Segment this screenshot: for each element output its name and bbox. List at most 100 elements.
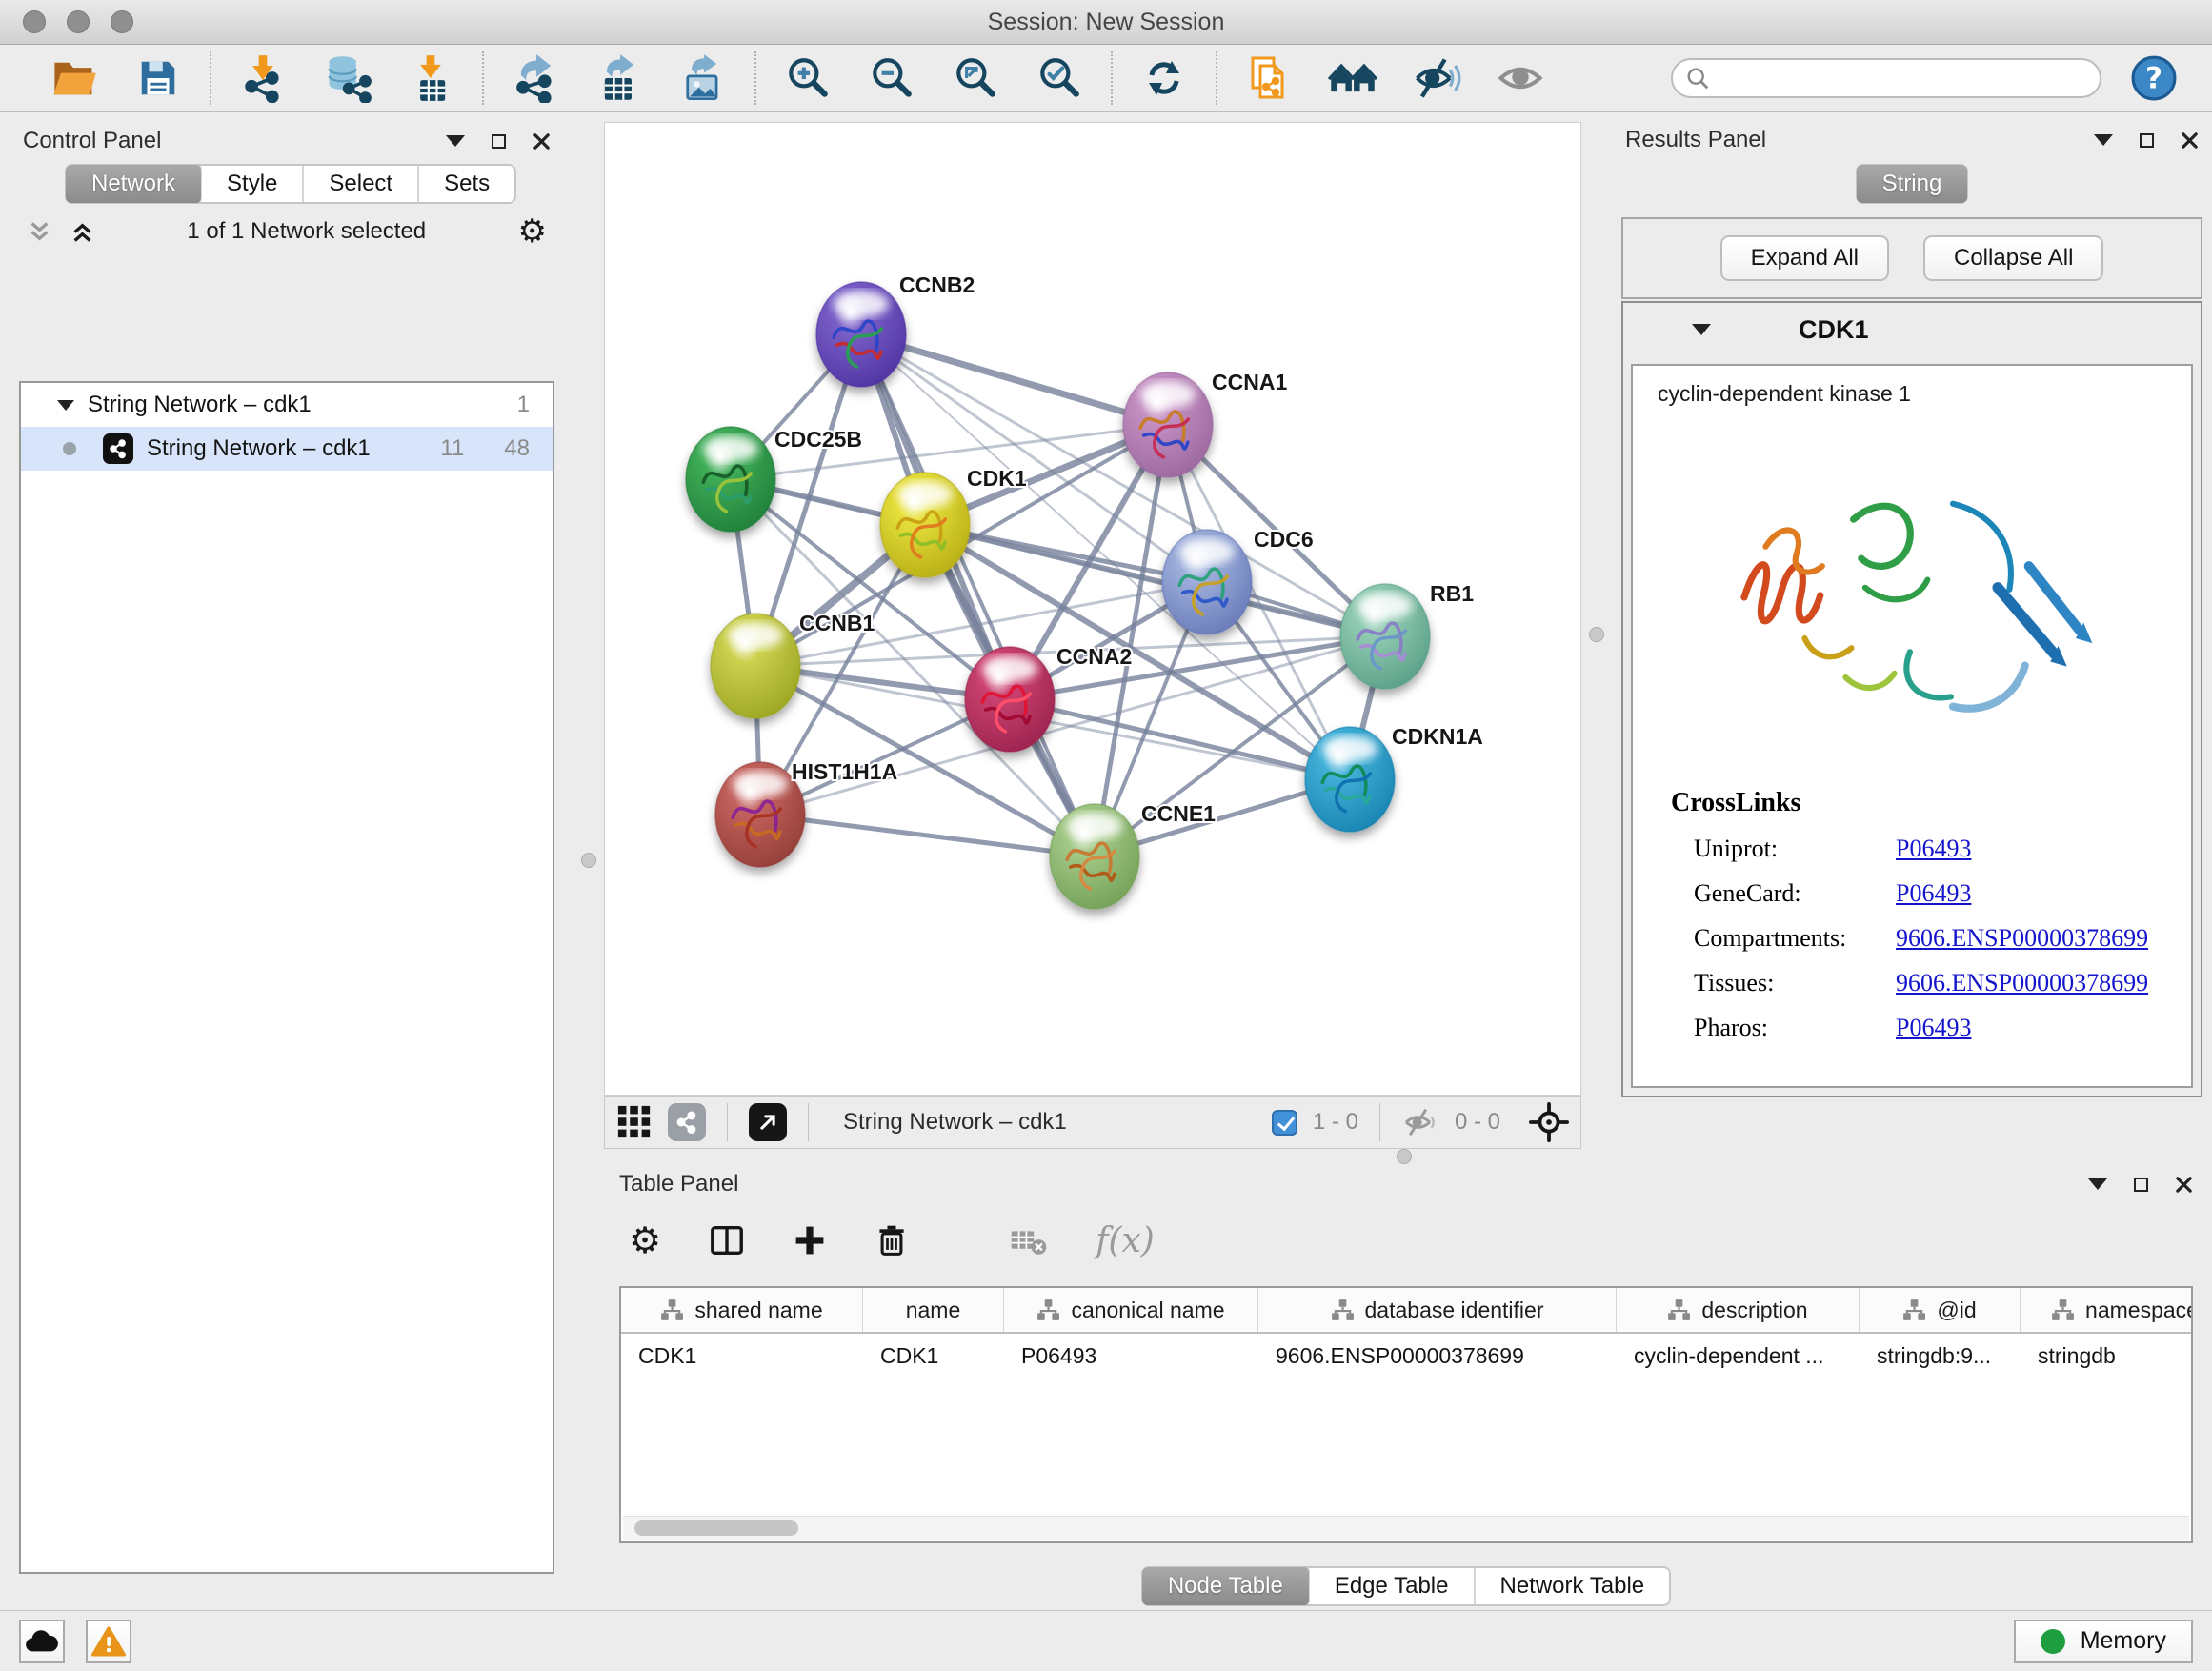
column-header-name[interactable]: name — [863, 1288, 1004, 1332]
network-edge-CDK1-RB1[interactable] — [925, 525, 1385, 636]
tab-network-table[interactable]: Network Table — [1476, 1568, 1670, 1604]
tab-style[interactable]: Style — [202, 166, 304, 202]
column-header-id[interactable]: @id — [1860, 1288, 2021, 1332]
close-window-button[interactable] — [23, 10, 46, 33]
tab-sets[interactable]: Sets — [419, 166, 514, 202]
right-splitter-handle[interactable] — [1589, 627, 1604, 642]
main-toolbar: ? — [0, 45, 2212, 112]
copy-network-button[interactable] — [1242, 51, 1296, 105]
network-row-selected[interactable]: String Network – cdk1 11 48 — [21, 427, 553, 471]
cell-description[interactable]: cyclin-dependent ... — [1617, 1334, 1860, 1378]
select-columns-icon[interactable] — [709, 1222, 745, 1258]
column-header-description[interactable]: description — [1617, 1288, 1860, 1332]
tab-edge-table[interactable]: Edge Table — [1310, 1568, 1476, 1604]
memory-label: Memory — [2081, 1627, 2166, 1655]
panel-menu-icon[interactable] — [2094, 134, 2113, 146]
memory-button[interactable]: Memory — [2014, 1620, 2193, 1663]
left-splitter-handle[interactable] — [581, 853, 596, 868]
protein-section-header[interactable]: CDK1 — [1623, 303, 2201, 356]
toolbar-separator — [1379, 1103, 1380, 1141]
export-image-button[interactable] — [676, 51, 730, 105]
cell-id[interactable]: stringdb:9... — [1860, 1334, 2021, 1378]
expand-all-icon[interactable] — [70, 219, 95, 245]
save-session-button[interactable] — [131, 51, 185, 105]
hide-selected-button[interactable] — [1410, 51, 1463, 105]
cell-namespace[interactable]: stringdb — [2021, 1334, 2193, 1378]
tab-string[interactable]: String — [1857, 165, 1968, 203]
help-button[interactable]: ? — [2130, 54, 2178, 102]
import-network-from-database-button[interactable] — [320, 51, 373, 105]
zoom-selected-button[interactable] — [1033, 51, 1086, 105]
tree-expander-icon[interactable] — [57, 400, 74, 411]
cell-database-identifier[interactable]: 9606.ENSP00000378699 — [1258, 1334, 1617, 1378]
network-edge-HIST1H1A-CCNE1[interactable] — [760, 815, 1095, 856]
collapse-all-button[interactable]: Collapse All — [1923, 235, 2103, 281]
crosslink-link[interactable]: P06493 — [1896, 835, 1971, 863]
crosslink-link[interactable]: 9606.ENSP00000378699 — [1896, 969, 2148, 997]
cell-shared-name[interactable]: CDK1 — [621, 1334, 863, 1378]
column-header-namespace[interactable]: namespace — [2021, 1288, 2193, 1332]
zoom-out-button[interactable] — [865, 51, 918, 105]
column-type-icon — [2051, 1299, 2074, 1321]
bottom-splitter-handle[interactable] — [1397, 1149, 1412, 1164]
crosslink-link[interactable]: 9606.ENSP00000378699 — [1896, 924, 2148, 953]
close-panel-icon[interactable] — [533, 132, 551, 151]
crosslink-link[interactable]: P06493 — [1896, 1014, 1971, 1042]
cloud-status-button[interactable] — [19, 1620, 65, 1663]
cell-canonical-name[interactable]: P06493 — [1004, 1334, 1258, 1378]
network-graph: CCNB2CCNA1CDC25BCDK1CDC6RB1CCNB1CCNA2CDK… — [605, 123, 1580, 1095]
export-table-button[interactable] — [593, 51, 646, 105]
warnings-button[interactable] — [86, 1620, 131, 1663]
export-network-button[interactable] — [509, 51, 562, 105]
grid-view-icon[interactable] — [616, 1104, 653, 1140]
float-panel-icon[interactable] — [492, 134, 506, 149]
database-import-icon — [322, 53, 372, 103]
network-collection-row[interactable]: String Network – cdk1 1 — [21, 383, 553, 427]
minimize-window-button[interactable] — [67, 10, 90, 33]
expand-all-button[interactable]: Expand All — [1720, 235, 1889, 281]
column-header-canonical-name[interactable]: canonical name — [1004, 1288, 1258, 1332]
section-expander-icon[interactable] — [1692, 324, 1711, 335]
panel-menu-icon[interactable] — [446, 135, 465, 147]
crosslink-label: Pharos: — [1694, 1014, 1896, 1042]
close-panel-icon[interactable] — [2181, 131, 2199, 150]
tab-select[interactable]: Select — [304, 166, 419, 202]
table-gear-icon[interactable]: ⚙ — [629, 1222, 661, 1258]
horizontal-scrollbar[interactable] — [623, 1516, 2189, 1540]
close-panel-icon[interactable] — [2175, 1176, 2193, 1194]
refresh-layout-button[interactable] — [1137, 51, 1191, 105]
float-panel-icon[interactable] — [2140, 133, 2154, 148]
network-edge-CCNB2-CCNA1[interactable] — [861, 334, 1168, 425]
search-input[interactable] — [1671, 58, 2101, 98]
delete-column-icon[interactable] — [875, 1223, 909, 1258]
network-canvas[interactable]: CCNB2CCNA1CDC25BCDK1CDC6RB1CCNB1CCNA2CDK… — [604, 122, 1581, 1096]
detach-view-button[interactable] — [749, 1103, 787, 1141]
cell-name[interactable]: CDK1 — [863, 1334, 1004, 1378]
import-table-button[interactable] — [404, 51, 457, 105]
export-table-icon — [594, 53, 644, 103]
import-network-button[interactable] — [236, 51, 290, 105]
network-view-icon[interactable] — [668, 1103, 706, 1141]
zoom-fit-button[interactable] — [949, 51, 1002, 105]
selected-checkbox-icon[interactable] — [1272, 1110, 1297, 1136]
show-hidden-button[interactable] — [1494, 51, 1547, 105]
gear-icon[interactable]: ⚙ — [518, 215, 547, 248]
maximize-window-button[interactable] — [111, 10, 133, 33]
first-neighbors-button[interactable] — [1326, 51, 1379, 105]
open-session-button[interactable] — [48, 51, 101, 105]
tab-node-table[interactable]: Node Table — [1142, 1567, 1311, 1605]
float-panel-icon[interactable] — [2134, 1178, 2148, 1192]
zoom-in-button[interactable] — [781, 51, 835, 105]
panel-menu-icon[interactable] — [2088, 1178, 2107, 1190]
scrollbar-thumb[interactable] — [634, 1520, 798, 1536]
collapse-all-icon[interactable] — [27, 219, 52, 245]
memory-status-dot — [2041, 1629, 2065, 1654]
column-header-database-identifier[interactable]: database identifier — [1258, 1288, 1617, 1332]
import-table-icon — [406, 53, 455, 103]
tab-network[interactable]: Network — [66, 165, 203, 203]
column-header-shared-name[interactable]: shared name — [621, 1288, 863, 1332]
birds-eye-toggle-icon[interactable] — [1529, 1102, 1569, 1142]
crosslink-link[interactable]: P06493 — [1896, 879, 1971, 908]
add-column-icon[interactable] — [793, 1223, 827, 1258]
table-row[interactable]: CDK1 CDK1 P06493 9606.ENSP00000378699 cy… — [621, 1334, 2191, 1378]
